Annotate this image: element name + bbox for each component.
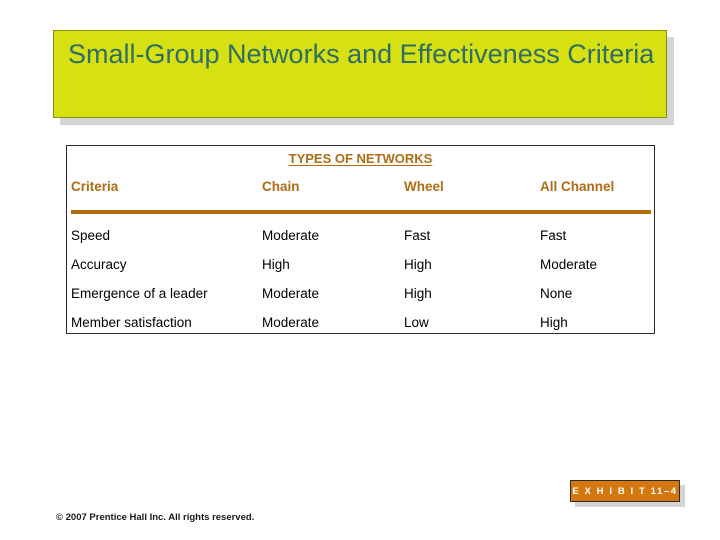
header-divider-rule [71, 210, 651, 214]
table-row: Accuracy High High Moderate [67, 257, 654, 286]
exhibit-badge: E X H I B I T 11–4 [570, 480, 680, 502]
cell-criteria: Accuracy [71, 257, 127, 272]
exhibit-badge-container: E X H I B I T 11–4 [570, 480, 685, 507]
table-header-row: Criteria Chain Wheel All Channel [67, 179, 654, 201]
cell-all-channel: High [540, 315, 568, 330]
cell-chain: Moderate [262, 286, 320, 301]
column-header-criteria: Criteria [71, 179, 119, 194]
cell-criteria: Emergence of a leader [71, 286, 208, 301]
table-group-header: TYPES OF NETWORKS [288, 151, 433, 166]
cell-criteria: Speed [71, 228, 111, 243]
column-header-chain: Chain [262, 179, 300, 194]
cell-wheel: Low [404, 315, 429, 330]
cell-all-channel: Fast [540, 228, 567, 243]
title-banner-container: Small-Group Networks and Effectiveness C… [53, 30, 674, 125]
cell-all-channel: Moderate [540, 257, 598, 272]
cell-chain: Moderate [262, 315, 320, 330]
page-title: Small-Group Networks and Effectiveness C… [68, 39, 655, 69]
cell-wheel: High [404, 257, 432, 272]
title-banner: Small-Group Networks and Effectiveness C… [53, 30, 667, 118]
copyright-notice: © 2007 Prentice Hall Inc. All rights res… [56, 512, 255, 523]
exhibit-table: TYPES OF NETWORKS Criteria Chain Wheel A… [66, 145, 655, 334]
cell-wheel: High [404, 286, 432, 301]
column-header-all-channel: All Channel [540, 179, 615, 194]
table-row: Emergence of a leader Moderate High None [67, 286, 654, 315]
cell-wheel: Fast [404, 228, 431, 243]
cell-criteria: Member satisfaction [71, 315, 192, 330]
cell-chain: Moderate [262, 228, 320, 243]
table-row: Member satisfaction Moderate Low High [67, 315, 654, 344]
column-header-wheel: Wheel [404, 179, 444, 194]
cell-all-channel: None [540, 286, 573, 301]
table-row: Speed Moderate Fast Fast [67, 228, 654, 257]
cell-chain: High [262, 257, 290, 272]
